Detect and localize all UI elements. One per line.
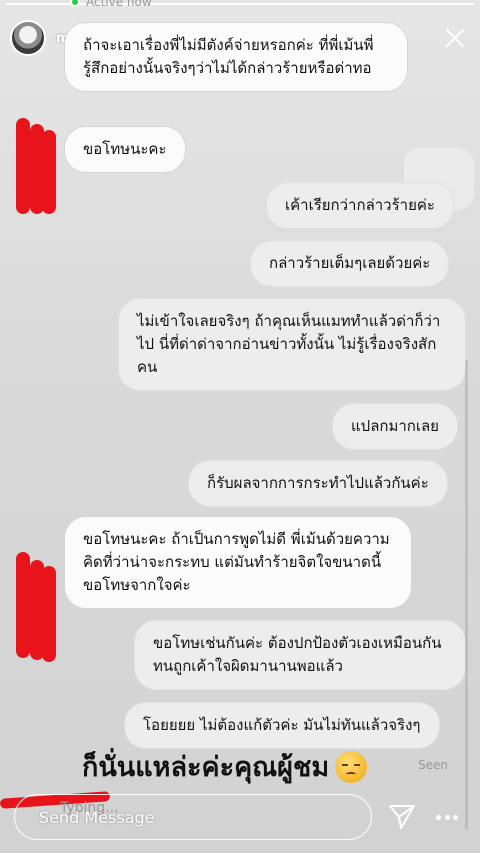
message-bubble-sent: เค้าเรียกว่ากล่าวร้ายค่ะ bbox=[266, 182, 454, 229]
message-bubble-sent: ขอโทษเช่นกันค่ะ ต้องปกป้องตัวเองเหมือนกั… bbox=[134, 620, 466, 690]
reply-placeholder[interactable]: Send Message bbox=[39, 808, 155, 827]
close-icon[interactable] bbox=[440, 23, 470, 53]
red-marker-stroke bbox=[42, 566, 56, 662]
red-marker-stroke bbox=[16, 552, 30, 658]
message-bubble-received: ขอโทษนะคะ ถ้าเป็นการพูดไม่ดี พี่เม้นด้วย… bbox=[64, 516, 412, 609]
dot bbox=[444, 815, 450, 820]
more-options-icon[interactable] bbox=[436, 815, 458, 821]
message-bubble-received: ขอโทษนะคะ bbox=[64, 126, 186, 173]
reply-input-field[interactable]: Send Message bbox=[14, 794, 372, 840]
message-bubble-sent: ก็รับผลจากการกระทำไปแล้วกันค่ะ bbox=[188, 460, 448, 507]
dot bbox=[436, 815, 441, 820]
red-marker-stroke bbox=[42, 130, 56, 214]
seen-label: Seen bbox=[418, 758, 448, 772]
chat-header-partial: Active now bbox=[70, 0, 152, 10]
pensive-face-emoji-icon bbox=[335, 750, 368, 783]
send-icon[interactable] bbox=[388, 804, 416, 830]
message-bubble-sent: กล่าวร้ายเต็มๆเลยด้วยค่ะ bbox=[250, 240, 450, 287]
message-bubble-received: ถ้าจะเอาเรื่องพี่ไม่มีตังค์จ่ายหรอกค่ะ ท… bbox=[64, 22, 408, 92]
caption-text: ก็นั่นแหล่ะค่ะคุณผู้ชม bbox=[82, 752, 330, 783]
active-status-dot bbox=[70, 0, 80, 7]
red-marker-stroke bbox=[16, 118, 30, 214]
active-status-text: Active now bbox=[86, 0, 152, 9]
message-bubble-sent: ไม่เข้าใจเลยจริงๆ ถ้าคุณเห็นแมททำแล้วด่า… bbox=[118, 298, 466, 391]
story-caption: ก็นั่นแหล่ะค่ะคุณผู้ชม bbox=[82, 745, 368, 788]
scrollbar[interactable] bbox=[465, 360, 468, 830]
dot bbox=[453, 815, 458, 820]
avatar[interactable] bbox=[10, 20, 46, 56]
message-bubble-sent: แปลกมากเลย bbox=[332, 403, 458, 450]
message-bubble-sent: โอยยยย ไม่ต้องแก้ตัวค่ะ มันไม่ทันแล้วจริ… bbox=[124, 702, 440, 749]
